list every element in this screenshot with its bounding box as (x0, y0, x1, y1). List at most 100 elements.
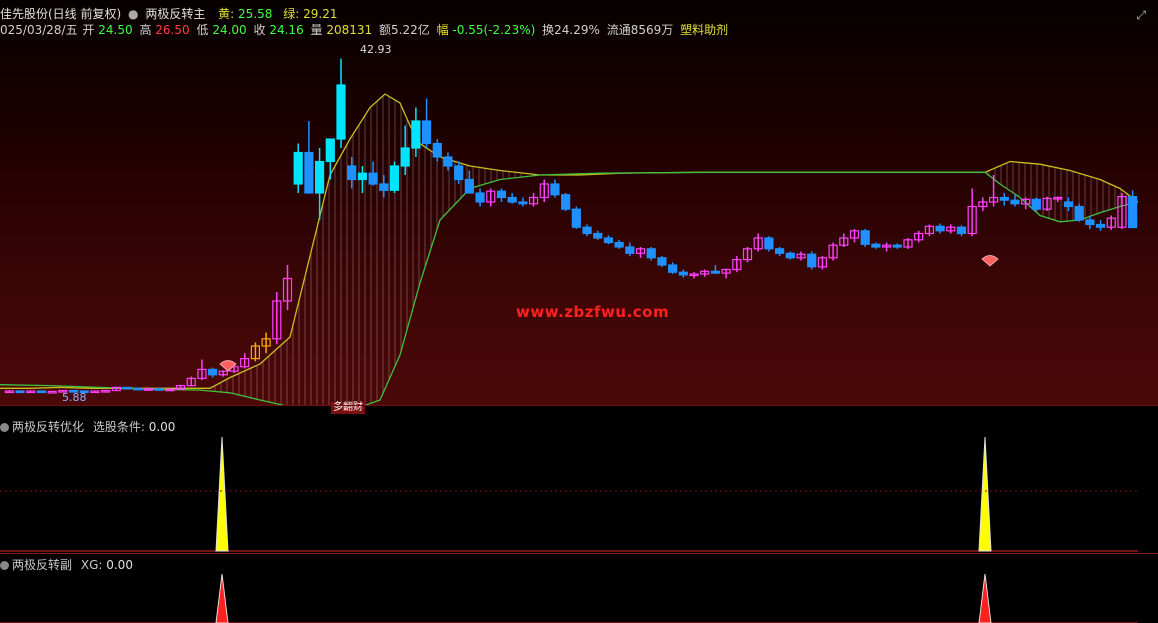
turnover-text: 换24.29% (542, 23, 600, 37)
candle-body (710, 270, 721, 274)
candle-body (1128, 196, 1138, 229)
candle-body (336, 84, 346, 140)
indicator-name[interactable]: 两极反转主 (145, 7, 205, 21)
osc1-label: 选股条件: (92, 420, 145, 434)
candle-body (582, 226, 592, 235)
watermark-text: www.zbzfwu.com (516, 303, 670, 321)
candle-body (400, 147, 410, 167)
candle-body (15, 390, 25, 394)
candle-body (999, 196, 1009, 201)
candle-body (561, 194, 571, 210)
candle-body (807, 253, 817, 268)
candle-body (208, 368, 218, 376)
candle-body (496, 190, 507, 199)
osc2-value: 0.00 (106, 558, 133, 572)
oscillator-2-chart[interactable] (0, 554, 1158, 623)
oscillator-1-title: 两极反转优化 选股条件: 0.00 (0, 418, 175, 435)
candle-body (325, 138, 335, 163)
candle-body (293, 151, 303, 185)
logo-badge: 多翻财 (331, 402, 365, 414)
candle-body (1010, 199, 1020, 205)
float-text: 流通8569万 (606, 23, 674, 37)
open-value: 24.50 (98, 23, 133, 37)
candle-body (347, 165, 357, 181)
yellow-line (0, 93, 1139, 389)
candle-body (625, 246, 635, 254)
change-label: 幅 (436, 23, 449, 37)
candle-body (1074, 205, 1084, 221)
candle-body (764, 237, 774, 250)
indicator-gear-icon[interactable]: ● (128, 7, 138, 21)
volume-value: 208131 (326, 23, 373, 37)
change-value: -0.55(-2.23%) (452, 23, 536, 37)
candle-body (571, 208, 581, 228)
low-value: 24.00 (212, 23, 247, 37)
signal-fan-icon (981, 255, 999, 267)
green-line-value: 29.21 (303, 7, 338, 21)
indicator-dot-icon[interactable] (0, 561, 9, 570)
candle-body (1095, 223, 1106, 228)
candle-body (304, 151, 314, 194)
candle-body (507, 196, 517, 203)
candle-body (389, 165, 400, 191)
title-bar: 佳先股份(日线 前复权) ● 两极反转主 黄: 25.58 绿: 29.21 (0, 7, 340, 21)
candle-body (657, 257, 667, 266)
candle-body (593, 232, 603, 239)
candle-body (36, 390, 47, 394)
osc2-label: XG: (80, 558, 103, 572)
open-label: 开 (82, 23, 95, 37)
candlestick-chart[interactable] (0, 0, 1158, 405)
indicator-dot-icon[interactable] (0, 423, 9, 432)
candle-body (133, 387, 143, 391)
quote-bar: 025/03/28/五 开 24.50 高 26.50 低 24.00 收 24… (0, 23, 731, 37)
candle-body (432, 142, 442, 158)
low-label: 低 (196, 23, 209, 37)
price-high-annotation: 42.93 (360, 43, 392, 56)
maximize-icon[interactable]: ⤢ (1136, 8, 1146, 23)
candle-body (935, 225, 945, 232)
yellow-line-label: 黄: (218, 7, 235, 21)
candle-body (464, 178, 474, 194)
candle-body (518, 201, 528, 205)
candle-body (678, 271, 688, 276)
stock-name: 佳先股份(日线 前复权) (0, 7, 122, 21)
volume-label: 量 (310, 23, 323, 37)
oscillator-panel-2[interactable]: 两极反转副 XG: 0.00 (0, 554, 1158, 623)
candle-body (47, 390, 57, 394)
high-value: 26.50 (155, 23, 190, 37)
candle-body (443, 156, 453, 167)
osc-spike (978, 573, 992, 623)
oscillator-panel-1[interactable]: 两极反转优化 选股条件: 0.00 (0, 415, 1158, 555)
candle-body (357, 172, 367, 181)
candle-body (668, 264, 678, 273)
candle-body (314, 160, 325, 194)
candle-body (154, 388, 164, 391)
close-label: 收 (253, 23, 266, 37)
candle-body (122, 386, 132, 390)
oscillator-1-chart[interactable] (0, 415, 1158, 555)
candle-body (454, 165, 464, 181)
quote-date: 025/03/28/五 (0, 23, 78, 37)
price-low-annotation: 5.88 (62, 391, 87, 404)
osc-spike (215, 573, 229, 623)
candle-body (892, 244, 902, 248)
candle-body (368, 172, 378, 185)
candle-body (775, 248, 785, 254)
candle-body (379, 183, 389, 191)
candle-body (411, 120, 421, 149)
osc2-name[interactable]: 两极反转副 (12, 558, 72, 572)
candle-body (475, 192, 485, 203)
candle-body (1063, 201, 1074, 208)
candle-body (785, 252, 795, 259)
amount-text: 额5.22亿 (379, 23, 430, 37)
sector-text[interactable]: 塑料助剂 (680, 23, 728, 37)
candle-body (646, 248, 656, 259)
osc-spike (978, 436, 992, 552)
yellow-line-value: 25.58 (238, 7, 273, 21)
panel-divider[interactable] (0, 405, 1158, 406)
candle-body (1085, 219, 1095, 226)
price-chart-panel[interactable] (0, 0, 1158, 405)
osc1-name[interactable]: 两极反转优化 (12, 420, 84, 434)
green-line-label: 绿: (283, 7, 300, 21)
candle-body (614, 241, 624, 248)
